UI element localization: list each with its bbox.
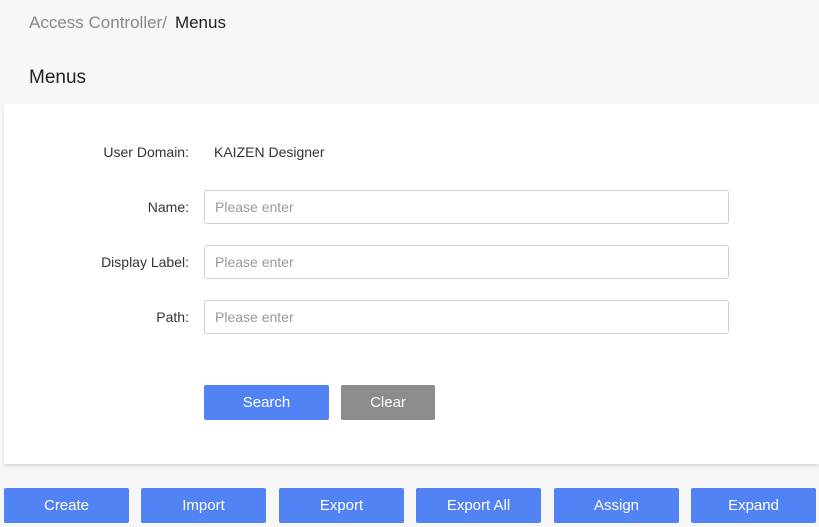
search-panel: User Domain: KAIZEN Designer Name: Displ… <box>4 104 819 464</box>
breadcrumb: Access Controller/Menus <box>29 13 226 33</box>
path-label: Path: <box>156 309 189 325</box>
display-label-row: Display Label: <box>4 245 819 279</box>
display-label-input[interactable] <box>204 245 729 279</box>
page-title: Menus <box>29 67 87 88</box>
create-button[interactable]: Create <box>4 488 129 523</box>
display-label-label: Display Label: <box>101 254 189 270</box>
user-domain-row: User Domain: KAIZEN Designer <box>4 135 819 169</box>
expand-button[interactable]: Expand <box>691 488 816 523</box>
clear-button[interactable]: Clear <box>341 385 435 420</box>
export-all-button[interactable]: Export All <box>416 488 541 523</box>
menus-page: Access Controller/Menus Menus User Domai… <box>0 0 819 527</box>
breadcrumb-current: Menus <box>174 13 226 32</box>
user-domain-label: User Domain: <box>103 144 189 160</box>
search-button[interactable]: Search <box>204 385 329 420</box>
name-row: Name: <box>4 190 819 224</box>
breadcrumb-access-controller[interactable]: Access Controller/ <box>29 13 167 32</box>
user-domain-value: KAIZEN Designer <box>214 144 325 160</box>
export-button[interactable]: Export <box>279 488 404 523</box>
assign-button[interactable]: Assign <box>554 488 679 523</box>
action-bar: Create Import Export Export All Assign E… <box>0 488 819 523</box>
import-button[interactable]: Import <box>141 488 266 523</box>
path-input[interactable] <box>204 300 729 334</box>
name-label: Name: <box>147 199 189 215</box>
path-row: Path: <box>4 300 819 334</box>
name-input[interactable] <box>204 190 729 224</box>
